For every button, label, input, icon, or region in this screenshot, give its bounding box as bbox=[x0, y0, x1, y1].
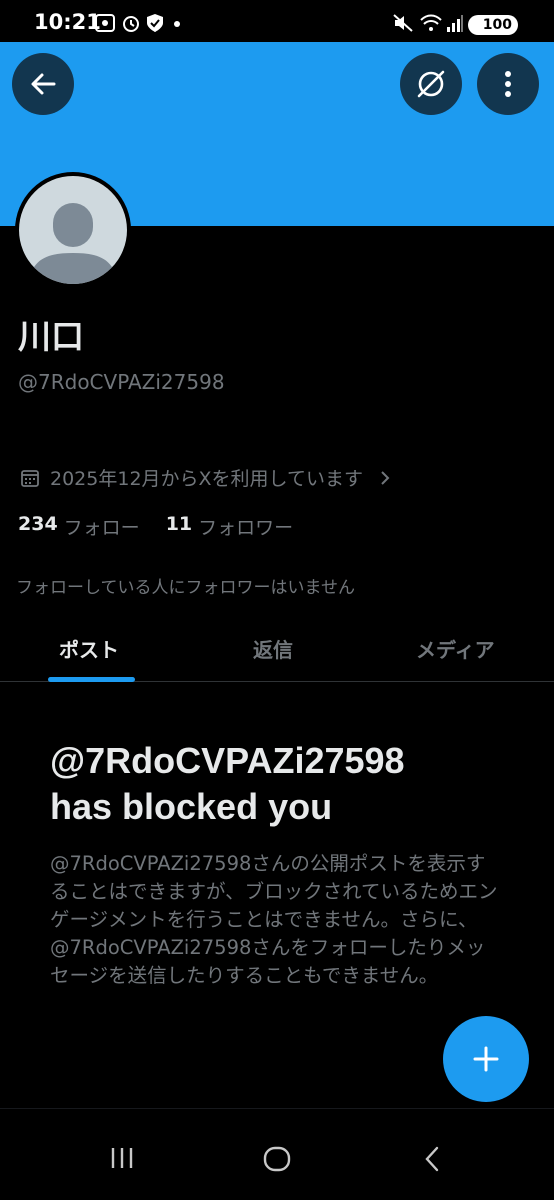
shield-icon bbox=[147, 14, 163, 32]
more-options-button[interactable] bbox=[477, 53, 539, 115]
tab-posts[interactable]: ポスト bbox=[59, 634, 119, 663]
battery-level: 100 bbox=[482, 17, 512, 33]
recent-apps-icon[interactable] bbox=[108, 1145, 136, 1171]
followers-count: 11 bbox=[165, 513, 193, 535]
mute-icon bbox=[393, 14, 413, 32]
back-arrow-icon bbox=[31, 73, 56, 95]
default-avatar-icon bbox=[19, 176, 127, 284]
mutual-followers-note: フォローしている人にフォロワーはいません bbox=[16, 578, 355, 598]
blocked-title-text: has blocked you bbox=[50, 786, 333, 827]
blocked-description: @7RdoCVPAZi27598さんの公開ポストを表示することはできますが、ブロ… bbox=[50, 852, 498, 987]
plus-icon bbox=[473, 1046, 499, 1072]
grok-icon bbox=[417, 70, 445, 98]
more-vertical-icon bbox=[505, 71, 511, 97]
alarm-icon bbox=[123, 16, 139, 32]
dot-icon bbox=[174, 21, 180, 27]
profile-tabs: ポスト 返信 メディア bbox=[0, 616, 554, 682]
compose-button[interactable] bbox=[443, 1016, 529, 1102]
status-time: 10:21 bbox=[34, 10, 101, 34]
followers-label: フォロワー bbox=[198, 517, 294, 539]
system-nav-bar bbox=[0, 1108, 554, 1200]
screenshot-icon bbox=[95, 14, 115, 32]
signal-icon bbox=[447, 15, 463, 32]
following-count: 234 bbox=[18, 513, 58, 535]
calendar-icon bbox=[21, 469, 39, 487]
tab-media[interactable]: メディア bbox=[416, 634, 495, 663]
following-label: フォロー bbox=[63, 517, 140, 539]
following-link[interactable]: 234 フォロー bbox=[18, 513, 140, 540]
display-name: 川口 bbox=[18, 317, 84, 356]
home-icon[interactable] bbox=[262, 1145, 292, 1173]
blocked-title-handle: @7RdoCVPAZi27598 bbox=[50, 740, 405, 781]
avatar[interactable] bbox=[15, 172, 131, 288]
blocked-title: @7RdoCVPAZi27598 has blocked you bbox=[50, 738, 520, 830]
followers-link[interactable]: 11 フォロワー bbox=[166, 513, 293, 540]
battery-icon: 100 bbox=[468, 15, 518, 35]
follow-stats: 234 フォロー 11 フォロワー bbox=[18, 513, 293, 540]
chevron-right-icon bbox=[381, 470, 390, 485]
active-tab-indicator bbox=[48, 677, 135, 682]
joined-date-text: 2025年12月からXを利用しています bbox=[50, 468, 363, 490]
wifi-icon bbox=[420, 14, 442, 31]
user-handle: @7RdoCVPAZi27598 bbox=[18, 370, 225, 394]
nav-back-icon[interactable] bbox=[422, 1145, 442, 1173]
tab-replies[interactable]: 返信 bbox=[253, 634, 293, 663]
status-bar: 10:21 100 bbox=[0, 0, 554, 42]
grok-button[interactable] bbox=[400, 53, 462, 115]
joined-date-row[interactable]: 2025年12月からXを利用しています bbox=[20, 464, 391, 491]
back-button[interactable] bbox=[12, 53, 74, 115]
